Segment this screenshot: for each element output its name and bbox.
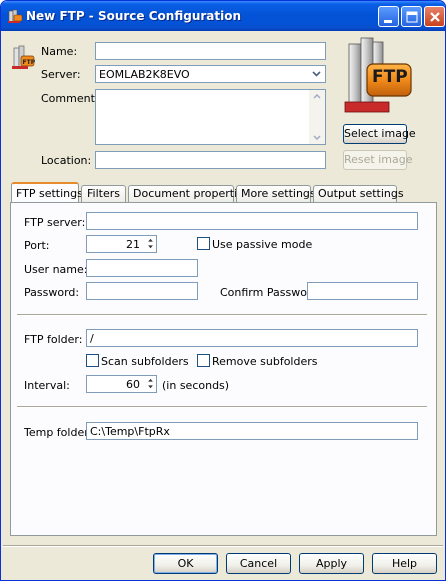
temp-folder-label: Temp folder: [24,426,93,439]
tab-filters[interactable]: Filters [81,185,126,203]
ftp-logo-text: FTP [372,67,408,87]
reset-image-button[interactable]: Reset image [343,150,413,170]
interval-unit-label: (in seconds) [162,379,230,392]
close-icon [430,12,440,22]
remove-subfolders-checkbox[interactable] [197,354,210,367]
port-stepper[interactable]: 21 [86,235,157,253]
comments-scrollbar[interactable] [309,90,325,144]
window-title: New FTP - Source Configuration [26,9,242,23]
apply-button[interactable]: Apply [299,553,364,574]
ftp-app-icon [8,9,23,23]
svg-text:FTP: FTP [23,59,36,66]
temp-folder-input[interactable]: C:\Temp\FtpRx [86,422,418,440]
server-combobox[interactable]: EOMLAB2K8EVO [95,65,326,83]
scan-subfolders-label: Scan subfolders [101,355,189,368]
title-bar[interactable]: New FTP - Source Configuration [1,1,445,31]
comments-textarea[interactable] [95,89,326,145]
interval-value: 60 [126,378,140,391]
scroll-arrows-icon [313,94,321,140]
tab-ftp-settings[interactable]: FTP settings [11,182,83,203]
server-label: Server: [41,68,81,81]
name-input[interactable] [95,42,326,60]
interval-stepper[interactable]: 60 [86,375,157,393]
separator [17,406,427,408]
dialog-window: New FTP - Source Configuration FTP Name:… [0,0,446,581]
spin-arrows-icon[interactable] [145,376,156,391]
passive-mode-checkbox[interactable] [197,237,210,250]
name-label: Name: [41,45,78,58]
port-value: 21 [126,238,140,251]
close-button[interactable] [424,6,445,27]
separator [17,314,427,316]
chevron-down-icon[interactable] [309,67,324,81]
spin-arrows-icon[interactable] [145,236,156,251]
ftp-server-input[interactable] [86,212,418,230]
port-label: Port: [24,239,50,252]
location-input[interactable] [95,151,326,169]
tab-document-properties[interactable]: Document properties [128,185,250,203]
location-label: Location: [41,154,92,167]
ftp-folder-label: FTP folder: [24,333,83,346]
tab-output-settings[interactable]: Output settings [313,185,404,203]
remove-subfolders-label: Remove subfolders [212,355,318,368]
ftp-settings-panel: FTP server: Port: 21 Use passive mode Us… [10,202,437,536]
ftp-source-icon: FTP [12,45,36,69]
cancel-button[interactable]: Cancel [226,553,291,574]
minimize-icon [384,20,392,23]
username-input[interactable] [86,259,198,277]
confirm-password-input[interactable] [307,282,418,300]
ok-button[interactable]: OK [153,553,218,574]
tab-more-settings[interactable]: More settings [236,185,316,203]
scan-subfolders-checkbox[interactable] [86,354,99,367]
select-image-button[interactable]: Select image [343,124,416,144]
help-button[interactable]: Help [372,553,437,574]
maximize-button[interactable] [401,6,422,27]
ftp-folder-input[interactable]: / [86,329,418,347]
interval-label: Interval: [24,379,70,392]
password-label: Password: [24,286,80,299]
password-input[interactable] [86,282,198,300]
footer-separator [3,545,443,547]
maximize-icon [406,11,418,23]
username-label: User name: [24,263,88,276]
minimize-button[interactable] [378,6,399,27]
server-value: EOMLAB2K8EVO [99,68,190,81]
ftp-server-label: FTP server: [24,216,86,229]
passive-mode-label: Use passive mode [212,238,313,251]
